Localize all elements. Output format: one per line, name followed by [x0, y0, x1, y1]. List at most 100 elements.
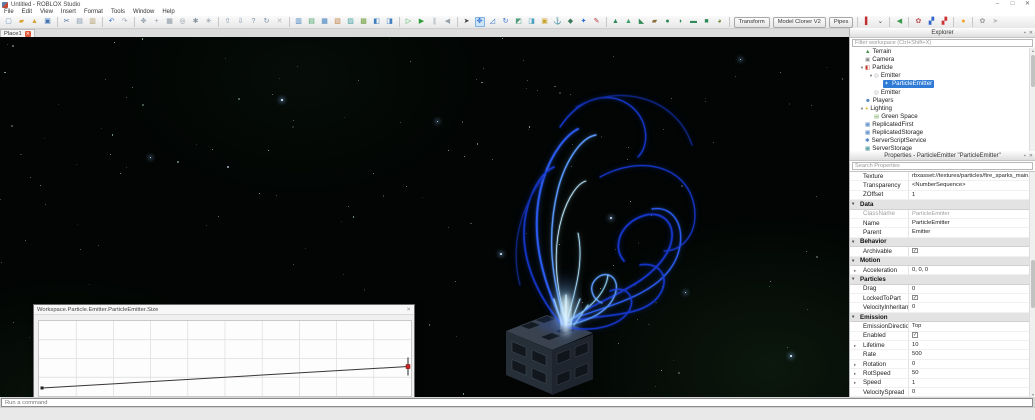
dialog-close-icon[interactable]: ✕ [406, 307, 411, 313]
property-value[interactable]: 0 [908, 359, 1035, 369]
decal-icon[interactable]: ✦ [579, 17, 589, 27]
reload-icon[interactable]: ↻ [262, 17, 272, 27]
explorer-filter-input[interactable]: Filter workspace (Ctrl+Shift+X) [852, 39, 1033, 47]
expand-icon[interactable]: ▸ [854, 268, 856, 274]
toolbox-toggle-icon[interactable]: ▧ [333, 17, 343, 27]
terrain-add-icon[interactable]: ▲ [611, 17, 621, 27]
panel-pin-icon[interactable]: ▪ [1024, 30, 1026, 36]
close-button[interactable]: ✕ [1020, 0, 1035, 9]
pause-icon[interactable]: ∥ [430, 17, 440, 27]
terrain-region-icon[interactable]: ■ [702, 17, 712, 27]
tree-item-camera[interactable]: ▣ Camera [850, 56, 1035, 64]
property-value[interactable]: 0, 0, 0 [908, 265, 1035, 275]
section-collapse-icon[interactable]: ▾ [852, 314, 854, 320]
rotate-tool-icon[interactable]: ↻ [501, 17, 511, 27]
snap-move-icon[interactable]: ✥ [139, 17, 149, 27]
explorer-header[interactable]: Explorer ▪ ✕ [850, 28, 1035, 38]
plugin-red-icon[interactable]: ▞ [939, 17, 949, 27]
plugin-save-icon[interactable]: ▌ [862, 17, 872, 27]
menu-help[interactable]: Help [158, 9, 178, 16]
move-tool-icon[interactable]: ✥ [474, 17, 485, 27]
menu-file[interactable]: File [0, 9, 18, 16]
terrain-grow-icon[interactable]: ▲ [624, 17, 634, 27]
terrain-flatten-icon[interactable]: ▬ [689, 17, 699, 27]
curve-start-point[interactable] [40, 386, 44, 390]
property-value[interactable]: ✓ [908, 331, 1035, 341]
property-value[interactable]: Top [908, 322, 1035, 331]
collision-icon[interactable]: ◎ [178, 17, 188, 27]
grid-icon[interactable]: ▦ [165, 17, 175, 27]
chevron-down-icon[interactable]: ⌄ [875, 17, 885, 27]
tree-item-terrain[interactable]: ▲ Terrain [850, 48, 1035, 56]
diagnostics-toggle-icon[interactable]: ▩ [359, 17, 369, 27]
open-file-icon[interactable]: ▰ [17, 17, 27, 27]
command-input[interactable]: Run a command [1, 397, 1033, 407]
property-section-behavior[interactable]: Behavior ▾ [850, 237, 1035, 248]
menu-insert[interactable]: Insert [57, 9, 80, 16]
snap-plus-icon[interactable]: + [152, 17, 162, 27]
section-collapse-icon[interactable]: ▾ [852, 239, 854, 245]
panel-pin-icon[interactable]: ▪ [1024, 153, 1026, 159]
publish-icon[interactable]: ▲ [30, 17, 40, 27]
property-value[interactable]: 1 [908, 378, 1035, 387]
script-toggle-icon[interactable]: ▨ [346, 17, 356, 27]
tree-item-green-space[interactable]: ▤ Green Space [850, 113, 1035, 121]
plugin-play-icon[interactable]: ◀ [894, 17, 904, 27]
curve-editor-titlebar[interactable]: Workspace.Particle.Emitter.ParticleEmitt… [34, 305, 414, 315]
scroll-up-icon[interactable]: ▴ [1030, 48, 1035, 54]
help-icon[interactable]: ? [249, 17, 259, 27]
tree-item-particle[interactable]: ▾ ◧ Particle [850, 64, 1035, 72]
section-collapse-icon[interactable]: ▾ [852, 258, 854, 264]
tree-item-particleemitter[interactable]: ✦ ParticleEmitter [850, 80, 1035, 89]
properties-header[interactable]: Properties - ParticleEmitter "ParticleEm… [850, 151, 1035, 161]
tree-item-replicatedstorage[interactable]: ▦ ReplicatedStorage [850, 129, 1035, 137]
property-value[interactable]: 10 [908, 341, 1035, 350]
property-section-motion[interactable]: Motion ▾ [850, 256, 1035, 266]
tree-item-players[interactable]: ☻ Players [850, 97, 1035, 105]
property-value[interactable]: 0 [908, 303, 1035, 312]
checkbox-icon[interactable]: ✓ [912, 332, 918, 338]
maximize-button[interactable]: □ [1005, 0, 1020, 9]
property-value[interactable]: 0 [908, 387, 1035, 397]
pipes-button[interactable]: Pipes [828, 16, 854, 28]
anchor-icon[interactable]: ⚓ [553, 17, 563, 27]
property-value[interactable]: Emitter [908, 228, 1035, 237]
section-collapse-icon[interactable]: ▾ [852, 276, 854, 282]
property-value[interactable]: ✓ [908, 247, 1035, 256]
menu-window[interactable]: Window [129, 9, 158, 16]
surface-icon[interactable]: ◆ [566, 17, 576, 27]
run-icon[interactable]: ▷ [404, 17, 414, 27]
menu-format[interactable]: Format [80, 9, 107, 16]
copy-icon[interactable]: ▤ [75, 17, 85, 27]
scrollbar-thumb[interactable] [1030, 55, 1035, 87]
property-value[interactable]: 50 [908, 369, 1035, 378]
expand-icon[interactable]: ▸ [854, 380, 856, 386]
ungroup-icon[interactable]: ⇩ [236, 17, 246, 27]
tree-item-emitter[interactable]: ◎ Emitter [850, 88, 1035, 96]
clear-icon[interactable]: ✕ [275, 17, 285, 27]
property-section-data[interactable]: Data ▾ [850, 200, 1035, 210]
plugin-blue-icon[interactable]: ▞ [926, 17, 936, 27]
scrollbar-thumb[interactable] [1030, 260, 1035, 308]
scale-tool-icon[interactable]: ◿ [488, 17, 498, 27]
section-collapse-icon[interactable]: ▾ [852, 201, 854, 207]
minimize-button[interactable]: – [990, 0, 1005, 9]
tree-item-serverscriptservice[interactable]: ✱ ServerScriptService [850, 137, 1035, 145]
menu-tools[interactable]: Tools [107, 9, 129, 16]
paste-icon[interactable]: ▥ [88, 17, 98, 27]
group-icon[interactable]: ⇧ [223, 17, 233, 27]
stop-icon[interactable]: ◀ [443, 17, 453, 27]
expand-icon[interactable]: ▸ [854, 362, 856, 368]
panel-close-icon[interactable]: ✕ [1029, 153, 1033, 159]
panel-close-icon[interactable]: ✕ [1029, 30, 1033, 36]
join-icon[interactable]: ✱ [191, 17, 201, 27]
terrain-paint-icon[interactable]: ● [663, 17, 673, 27]
properties-search-input[interactable]: Search Properties [852, 162, 1033, 170]
tree-item-replicatedfirst[interactable]: ▦ ReplicatedFirst [850, 121, 1035, 129]
property-section-emission[interactable]: Emission ▾ [850, 312, 1035, 323]
menu-edit[interactable]: Edit [18, 9, 36, 16]
property-value[interactable]: 500 [908, 350, 1035, 359]
output-toggle-icon[interactable]: ▦ [320, 17, 330, 27]
menu-view[interactable]: View [36, 9, 57, 16]
plugin-ball-icon[interactable]: ● [958, 17, 968, 27]
